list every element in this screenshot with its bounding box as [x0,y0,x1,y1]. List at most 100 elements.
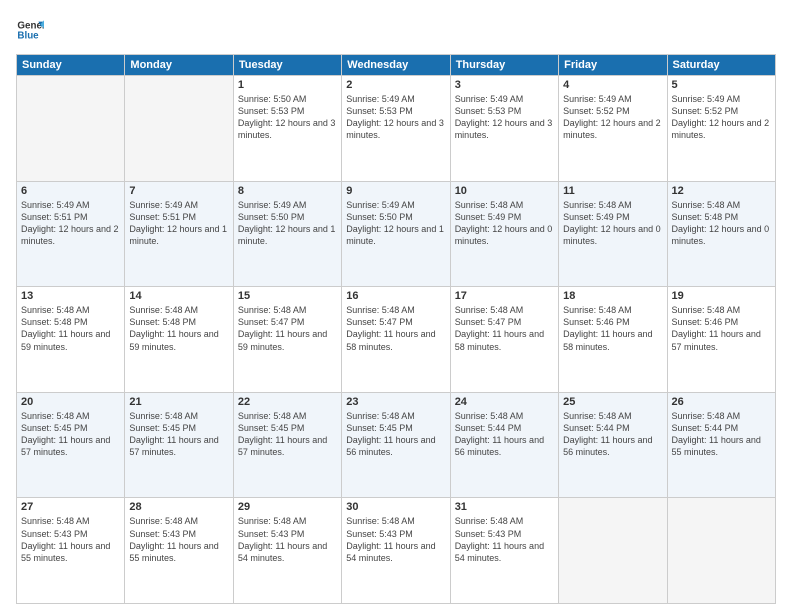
calendar-day-cell: 5 Sunrise: 5:49 AMSunset: 5:52 PMDaylight… [667,76,775,182]
calendar-day-cell [125,76,233,182]
calendar-day-cell [559,498,667,604]
day-number: 13 [21,290,120,302]
calendar-day-cell: 1 Sunrise: 5:50 AMSunset: 5:53 PMDaylight… [233,76,341,182]
day-number: 22 [238,396,337,408]
calendar-day-cell: 9 Sunrise: 5:49 AMSunset: 5:50 PMDaylight… [342,181,450,287]
calendar-day-cell: 19 Sunrise: 5:48 AMSunset: 5:46 PMDayligh… [667,287,775,393]
calendar-day-cell: 25 Sunrise: 5:48 AMSunset: 5:44 PMDayligh… [559,392,667,498]
day-info: Sunrise: 5:48 AMSunset: 5:43 PMDaylight:… [346,515,445,564]
calendar-day-cell: 16Sunrise: 5:48 AMSunset: 5:47 PMDayligh… [342,287,450,393]
day-number: 11 [563,185,662,197]
day-info: Sunrise: 5:49 AMSunset: 5:52 PMDaylight:… [563,93,662,142]
day-number: 20 [21,396,120,408]
calendar-day-cell: 14Sunrise: 5:48 AMSunset: 5:48 PMDayligh… [125,287,233,393]
day-info: Sunrise: 5:48 AMSunset: 5:43 PMDaylight:… [129,515,228,564]
day-info: Sunrise: 5:48 AMSunset: 5:44 PMDaylight:… [455,410,554,459]
day-number: 3 [455,79,554,91]
day-info: Sunrise: 5:49 AMSunset: 5:50 PMDaylight:… [346,199,445,248]
day-info: Sunrise: 5:48 AMSunset: 5:43 PMDaylight:… [21,515,120,564]
calendar-day-cell: 30 Sunrise: 5:48 AMSunset: 5:43 PMDayligh… [342,498,450,604]
calendar-body: 1 Sunrise: 5:50 AMSunset: 5:53 PMDaylight… [17,76,776,604]
calendar-day-cell: 8 Sunrise: 5:49 AMSunset: 5:50 PMDaylight… [233,181,341,287]
day-info: Sunrise: 5:49 AMSunset: 5:53 PMDaylight:… [346,93,445,142]
day-number: 18 [563,290,662,302]
day-number: 17 [455,290,554,302]
calendar-day-cell: 10Sunrise: 5:48 AMSunset: 5:49 PMDayligh… [450,181,558,287]
day-number: 9 [346,185,445,197]
day-info: Sunrise: 5:48 AMSunset: 5:46 PMDaylight:… [563,304,662,353]
page: General Blue SundayMondayTuesdayWednesda… [0,0,792,612]
calendar-week-row: 6 Sunrise: 5:49 AMSunset: 5:51 PMDaylight… [17,181,776,287]
day-number: 15 [238,290,337,302]
day-number: 19 [672,290,771,302]
day-info: Sunrise: 5:49 AMSunset: 5:53 PMDaylight:… [455,93,554,142]
day-info: Sunrise: 5:48 AMSunset: 5:46 PMDaylight:… [672,304,771,353]
calendar-day-cell: 15 Sunrise: 5:48 AMSunset: 5:47 PMDayligh… [233,287,341,393]
day-info: Sunrise: 5:48 AMSunset: 5:45 PMDaylight:… [238,410,337,459]
day-info: Sunrise: 5:49 AMSunset: 5:50 PMDaylight:… [238,199,337,248]
weekday-header: Saturday [667,55,775,76]
day-info: Sunrise: 5:48 AMSunset: 5:43 PMDaylight:… [455,515,554,564]
calendar-day-cell: 26 Sunrise: 5:48 AMSunset: 5:44 PMDayligh… [667,392,775,498]
day-number: 5 [672,79,771,91]
day-number: 12 [672,185,771,197]
day-info: Sunrise: 5:48 AMSunset: 5:44 PMDaylight:… [563,410,662,459]
calendar-day-cell: 3 Sunrise: 5:49 AMSunset: 5:53 PMDaylight… [450,76,558,182]
day-number: 21 [129,396,228,408]
calendar-day-cell: 28Sunrise: 5:48 AMSunset: 5:43 PMDayligh… [125,498,233,604]
calendar-day-cell: 18 Sunrise: 5:48 AMSunset: 5:46 PMDayligh… [559,287,667,393]
day-number: 1 [238,79,337,91]
day-number: 6 [21,185,120,197]
calendar-day-cell: 12 Sunrise: 5:48 AMSunset: 5:48 PMDayligh… [667,181,775,287]
calendar-table: SundayMondayTuesdayWednesdayThursdayFrid… [16,54,776,604]
weekday-header: Thursday [450,55,558,76]
day-info: Sunrise: 5:48 AMSunset: 5:48 PMDaylight:… [21,304,120,353]
day-number: 8 [238,185,337,197]
calendar-day-cell: 4 Sunrise: 5:49 AMSunset: 5:52 PMDaylight… [559,76,667,182]
day-number: 27 [21,501,120,513]
day-number: 29 [238,501,337,513]
day-info: Sunrise: 5:48 AMSunset: 5:49 PMDaylight:… [563,199,662,248]
day-info: Sunrise: 5:48 AMSunset: 5:45 PMDaylight:… [346,410,445,459]
day-info: Sunrise: 5:49 AMSunset: 5:52 PMDaylight:… [672,93,771,142]
weekday-header: Wednesday [342,55,450,76]
day-info: Sunrise: 5:48 AMSunset: 5:44 PMDaylight:… [672,410,771,459]
calendar-day-cell: 27 Sunrise: 5:48 AMSunset: 5:43 PMDayligh… [17,498,125,604]
day-number: 26 [672,396,771,408]
day-number: 7 [129,185,228,197]
day-number: 24 [455,396,554,408]
day-number: 4 [563,79,662,91]
logo: General Blue [16,16,44,44]
calendar-day-cell: 11 Sunrise: 5:48 AMSunset: 5:49 PMDayligh… [559,181,667,287]
day-info: Sunrise: 5:48 AMSunset: 5:47 PMDaylight:… [346,304,445,353]
day-info: Sunrise: 5:48 AMSunset: 5:47 PMDaylight:… [455,304,554,353]
day-info: Sunrise: 5:48 AMSunset: 5:48 PMDaylight:… [672,199,771,248]
weekday-header: Tuesday [233,55,341,76]
calendar-day-cell: 17 Sunrise: 5:48 AMSunset: 5:47 PMDayligh… [450,287,558,393]
calendar-day-cell: 29 Sunrise: 5:48 AMSunset: 5:43 PMDayligh… [233,498,341,604]
header: General Blue [16,16,776,44]
calendar-week-row: 13 Sunrise: 5:48 AMSunset: 5:48 PMDayligh… [17,287,776,393]
logo-icon: General Blue [16,16,44,44]
day-number: 30 [346,501,445,513]
day-number: 31 [455,501,554,513]
calendar-day-cell: 23 Sunrise: 5:48 AMSunset: 5:45 PMDayligh… [342,392,450,498]
day-info: Sunrise: 5:48 AMSunset: 5:48 PMDaylight:… [129,304,228,353]
day-info: Sunrise: 5:50 AMSunset: 5:53 PMDaylight:… [238,93,337,142]
day-number: 23 [346,396,445,408]
calendar-week-row: 20 Sunrise: 5:48 AMSunset: 5:45 PMDayligh… [17,392,776,498]
calendar-day-cell: 21Sunrise: 5:48 AMSunset: 5:45 PMDayligh… [125,392,233,498]
calendar-week-row: 1 Sunrise: 5:50 AMSunset: 5:53 PMDaylight… [17,76,776,182]
weekday-header: Friday [559,55,667,76]
day-info: Sunrise: 5:49 AMSunset: 5:51 PMDaylight:… [129,199,228,248]
calendar-day-cell [667,498,775,604]
day-number: 10 [455,185,554,197]
calendar-day-cell: 13 Sunrise: 5:48 AMSunset: 5:48 PMDayligh… [17,287,125,393]
day-info: Sunrise: 5:48 AMSunset: 5:47 PMDaylight:… [238,304,337,353]
calendar-day-cell: 24 Sunrise: 5:48 AMSunset: 5:44 PMDayligh… [450,392,558,498]
calendar-day-cell: 20Sunrise: 5:48 AMSunset: 5:45 PMDayligh… [17,392,125,498]
calendar-day-cell: 22 Sunrise: 5:48 AMSunset: 5:45 PMDayligh… [233,392,341,498]
svg-text:Blue: Blue [17,30,39,41]
day-info: Sunrise: 5:48 AMSunset: 5:43 PMDaylight:… [238,515,337,564]
day-number: 25 [563,396,662,408]
